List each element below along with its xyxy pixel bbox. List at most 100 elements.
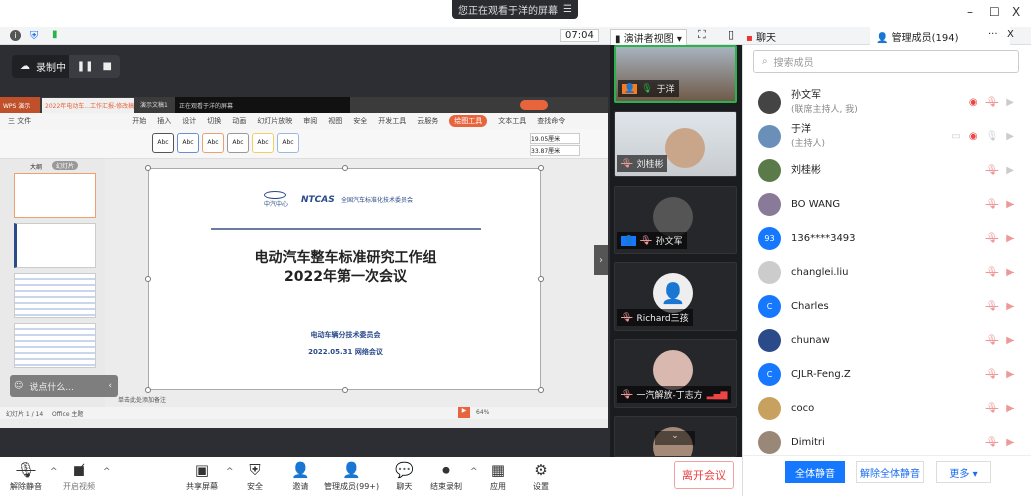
wps-tab2[interactable]: 演示文稿1 [140, 100, 168, 109]
slide-thumb-2[interactable] [14, 223, 96, 268]
view-mode-select[interactable]: ▮ 演讲者视图 ▾ [610, 29, 687, 46]
video-tile[interactable]: 👤 🎙 孙文军 [614, 186, 737, 254]
menu-animation[interactable]: 动画 [232, 116, 246, 126]
menu-view[interactable]: 视图 [328, 116, 342, 126]
collapse-icon[interactable]: ‹ [108, 381, 112, 391]
record-options-caret[interactable]: ^ [470, 467, 478, 477]
expand-strip-button[interactable]: › [594, 245, 608, 275]
menu-cloud[interactable]: 云服务 [417, 116, 438, 126]
camera-icon[interactable]: ▶ [1006, 97, 1014, 108]
camera-icon[interactable]: ▶ [1006, 131, 1014, 142]
minimize-button[interactable]: – [967, 5, 973, 19]
shape-style-3[interactable]: Abc [202, 133, 224, 153]
outline-tab[interactable]: 大纲 [30, 162, 42, 171]
close-panel-button[interactable]: X [1007, 29, 1014, 40]
wps-doc-tab[interactable]: 2022年电动车...工作汇报-修改稿 [42, 98, 134, 113]
share-options-caret[interactable]: ^ [226, 467, 234, 477]
shape-style-2[interactable]: Abc [177, 133, 199, 153]
menu-security[interactable]: 安全 [353, 116, 367, 126]
menu-drawing-tools[interactable]: 绘图工具 [449, 115, 488, 127]
shield-icon[interactable]: ⛨ [30, 29, 38, 43]
width-field[interactable]: 33.87厘米 [530, 145, 580, 156]
mic-muted-icon[interactable]: 🎙 [986, 335, 999, 346]
camera-off-icon[interactable]: ▶ [1006, 335, 1014, 346]
menu-home[interactable]: 开始 [132, 116, 146, 126]
mic-muted-icon[interactable]: 🎙 [986, 403, 999, 414]
login-button[interactable] [520, 100, 548, 110]
mic-muted-icon[interactable]: 🎙 [986, 437, 999, 448]
maximize-button[interactable]: ☐ [989, 5, 1000, 19]
member-row[interactable]: changlei.liu 🎙 ▶ [743, 255, 1031, 289]
menu-design[interactable]: 设计 [182, 116, 196, 126]
more-button[interactable]: 更多 ▾ [936, 461, 991, 483]
leave-meeting-button[interactable]: 离开会议 [674, 461, 734, 489]
member-row[interactable]: coco 🎙 ▶ [743, 391, 1031, 425]
member-row[interactable]: 刘桂彬 🎙 ▶ [743, 153, 1031, 187]
settings-button[interactable]: ⚙ 设置 [533, 459, 549, 492]
member-row[interactable]: Dimitri 🎙 ▶ [743, 425, 1031, 459]
notes-placeholder[interactable]: 单击此处添加备注 [118, 395, 166, 404]
camera-icon[interactable]: ▶ [1006, 165, 1014, 176]
shape-style-4[interactable]: Abc [227, 133, 249, 153]
slide-thumb-4[interactable] [14, 323, 96, 368]
video-options-caret[interactable]: ^ [103, 467, 111, 477]
camera-off-icon[interactable]: ▶ [1006, 437, 1014, 448]
unmute-button[interactable]: 🎙 解除静音 [10, 459, 42, 492]
invite-button[interactable]: 👤 邀请 [291, 459, 310, 492]
shape-style-5[interactable]: Abc [252, 133, 274, 153]
more-icon[interactable]: ··· [988, 29, 998, 40]
mic-muted-icon[interactable]: 🎙 [986, 233, 999, 244]
member-row[interactable]: 93 136****3493 🎙 ▶ [743, 221, 1031, 255]
menu-file[interactable]: 三 文件 [8, 116, 31, 126]
menu-transition[interactable]: 切换 [207, 116, 221, 126]
menu-slideshow[interactable]: 幻灯片放映 [257, 116, 292, 126]
tab-chat[interactable]: ▪ 聊天 [746, 29, 776, 44]
video-tile[interactable]: 👤 🎙 于洋 [614, 45, 737, 103]
menu-text-tools[interactable]: 文本工具 [498, 116, 526, 126]
menu-dev-tools[interactable]: 开发工具 [378, 116, 406, 126]
member-row[interactable]: C CJLR-Feng.Z 🎙 ▶ [743, 357, 1031, 391]
member-row[interactable]: 于洋 (主持人) ▭ ◉ 🎙 ▶ [743, 119, 1031, 153]
audio-options-caret[interactable]: ^ [50, 467, 58, 477]
comment-input[interactable]: ☺ 说点什么... ‹ [10, 375, 118, 397]
member-row[interactable]: BO WANG 🎙 ▶ [743, 187, 1031, 221]
share-screen-button[interactable]: ▣ 共享屏幕 [186, 459, 218, 492]
apps-button[interactable]: ▦ 应用 [490, 459, 506, 492]
camera-off-icon[interactable]: ▶ [1006, 403, 1014, 414]
scroll-down-icon[interactable]: ⌄ [655, 431, 695, 445]
mic-muted-icon[interactable]: 🎙 [986, 267, 999, 278]
mic-icon[interactable]: 🎙 [986, 131, 999, 142]
signal-icon[interactable]: ▮ [52, 29, 58, 40]
mic-muted-icon[interactable]: 🎙 [986, 369, 999, 380]
menu-review[interactable]: 审阅 [303, 116, 317, 126]
menu-icon[interactable]: ☰ [563, 4, 572, 15]
member-row[interactable]: chunaw 🎙 ▶ [743, 323, 1031, 357]
camera-off-icon[interactable]: ▶ [1006, 199, 1014, 210]
stop-icon[interactable]: ■ [103, 61, 112, 72]
window-icon[interactable]: ▯ [728, 28, 734, 41]
mute-all-button[interactable]: 全体静音 [785, 461, 845, 483]
manage-members-button[interactable]: 👤 管理成员(99+) [324, 459, 379, 492]
video-tile[interactable]: 🎙 刘桂彬 [614, 111, 737, 177]
chat-button[interactable]: 💬 聊天 [395, 459, 414, 492]
security-button[interactable]: ⛨ 安全 [247, 459, 263, 492]
menu-search[interactable]: 查找命令 [537, 116, 565, 126]
mic-muted-icon[interactable]: 🎙 [986, 97, 999, 108]
mic-muted-icon[interactable]: 🎙 [986, 301, 999, 312]
mic-muted-icon[interactable]: 🎙 [986, 199, 999, 210]
start-video-button[interactable]: ◼̸ 开启视频 [63, 459, 95, 492]
slide-thumb-3[interactable] [14, 273, 96, 318]
play-icon[interactable]: ▶ [458, 407, 470, 418]
info-icon[interactable]: i [10, 30, 21, 41]
member-row[interactable]: C Charles 🎙 ▶ [743, 289, 1031, 323]
height-field[interactable]: 19.05厘米 [530, 133, 580, 144]
stop-recording-button[interactable]: ⏺ 结束录制 [430, 459, 462, 492]
fullscreen-icon[interactable]: ⛶ [698, 28, 706, 42]
member-row[interactable]: 孙文军 (联席主持人, 我) ◉ 🎙 ▶ [743, 85, 1031, 119]
camera-off-icon[interactable]: ▶ [1006, 369, 1014, 380]
shape-style-1[interactable]: Abc [152, 133, 174, 153]
emoji-icon[interactable]: ☺ [14, 381, 23, 391]
camera-off-icon[interactable]: ▶ [1006, 267, 1014, 278]
unmute-all-button[interactable]: 解除全体静音 [856, 461, 924, 483]
camera-off-icon[interactable]: ▶ [1006, 233, 1014, 244]
